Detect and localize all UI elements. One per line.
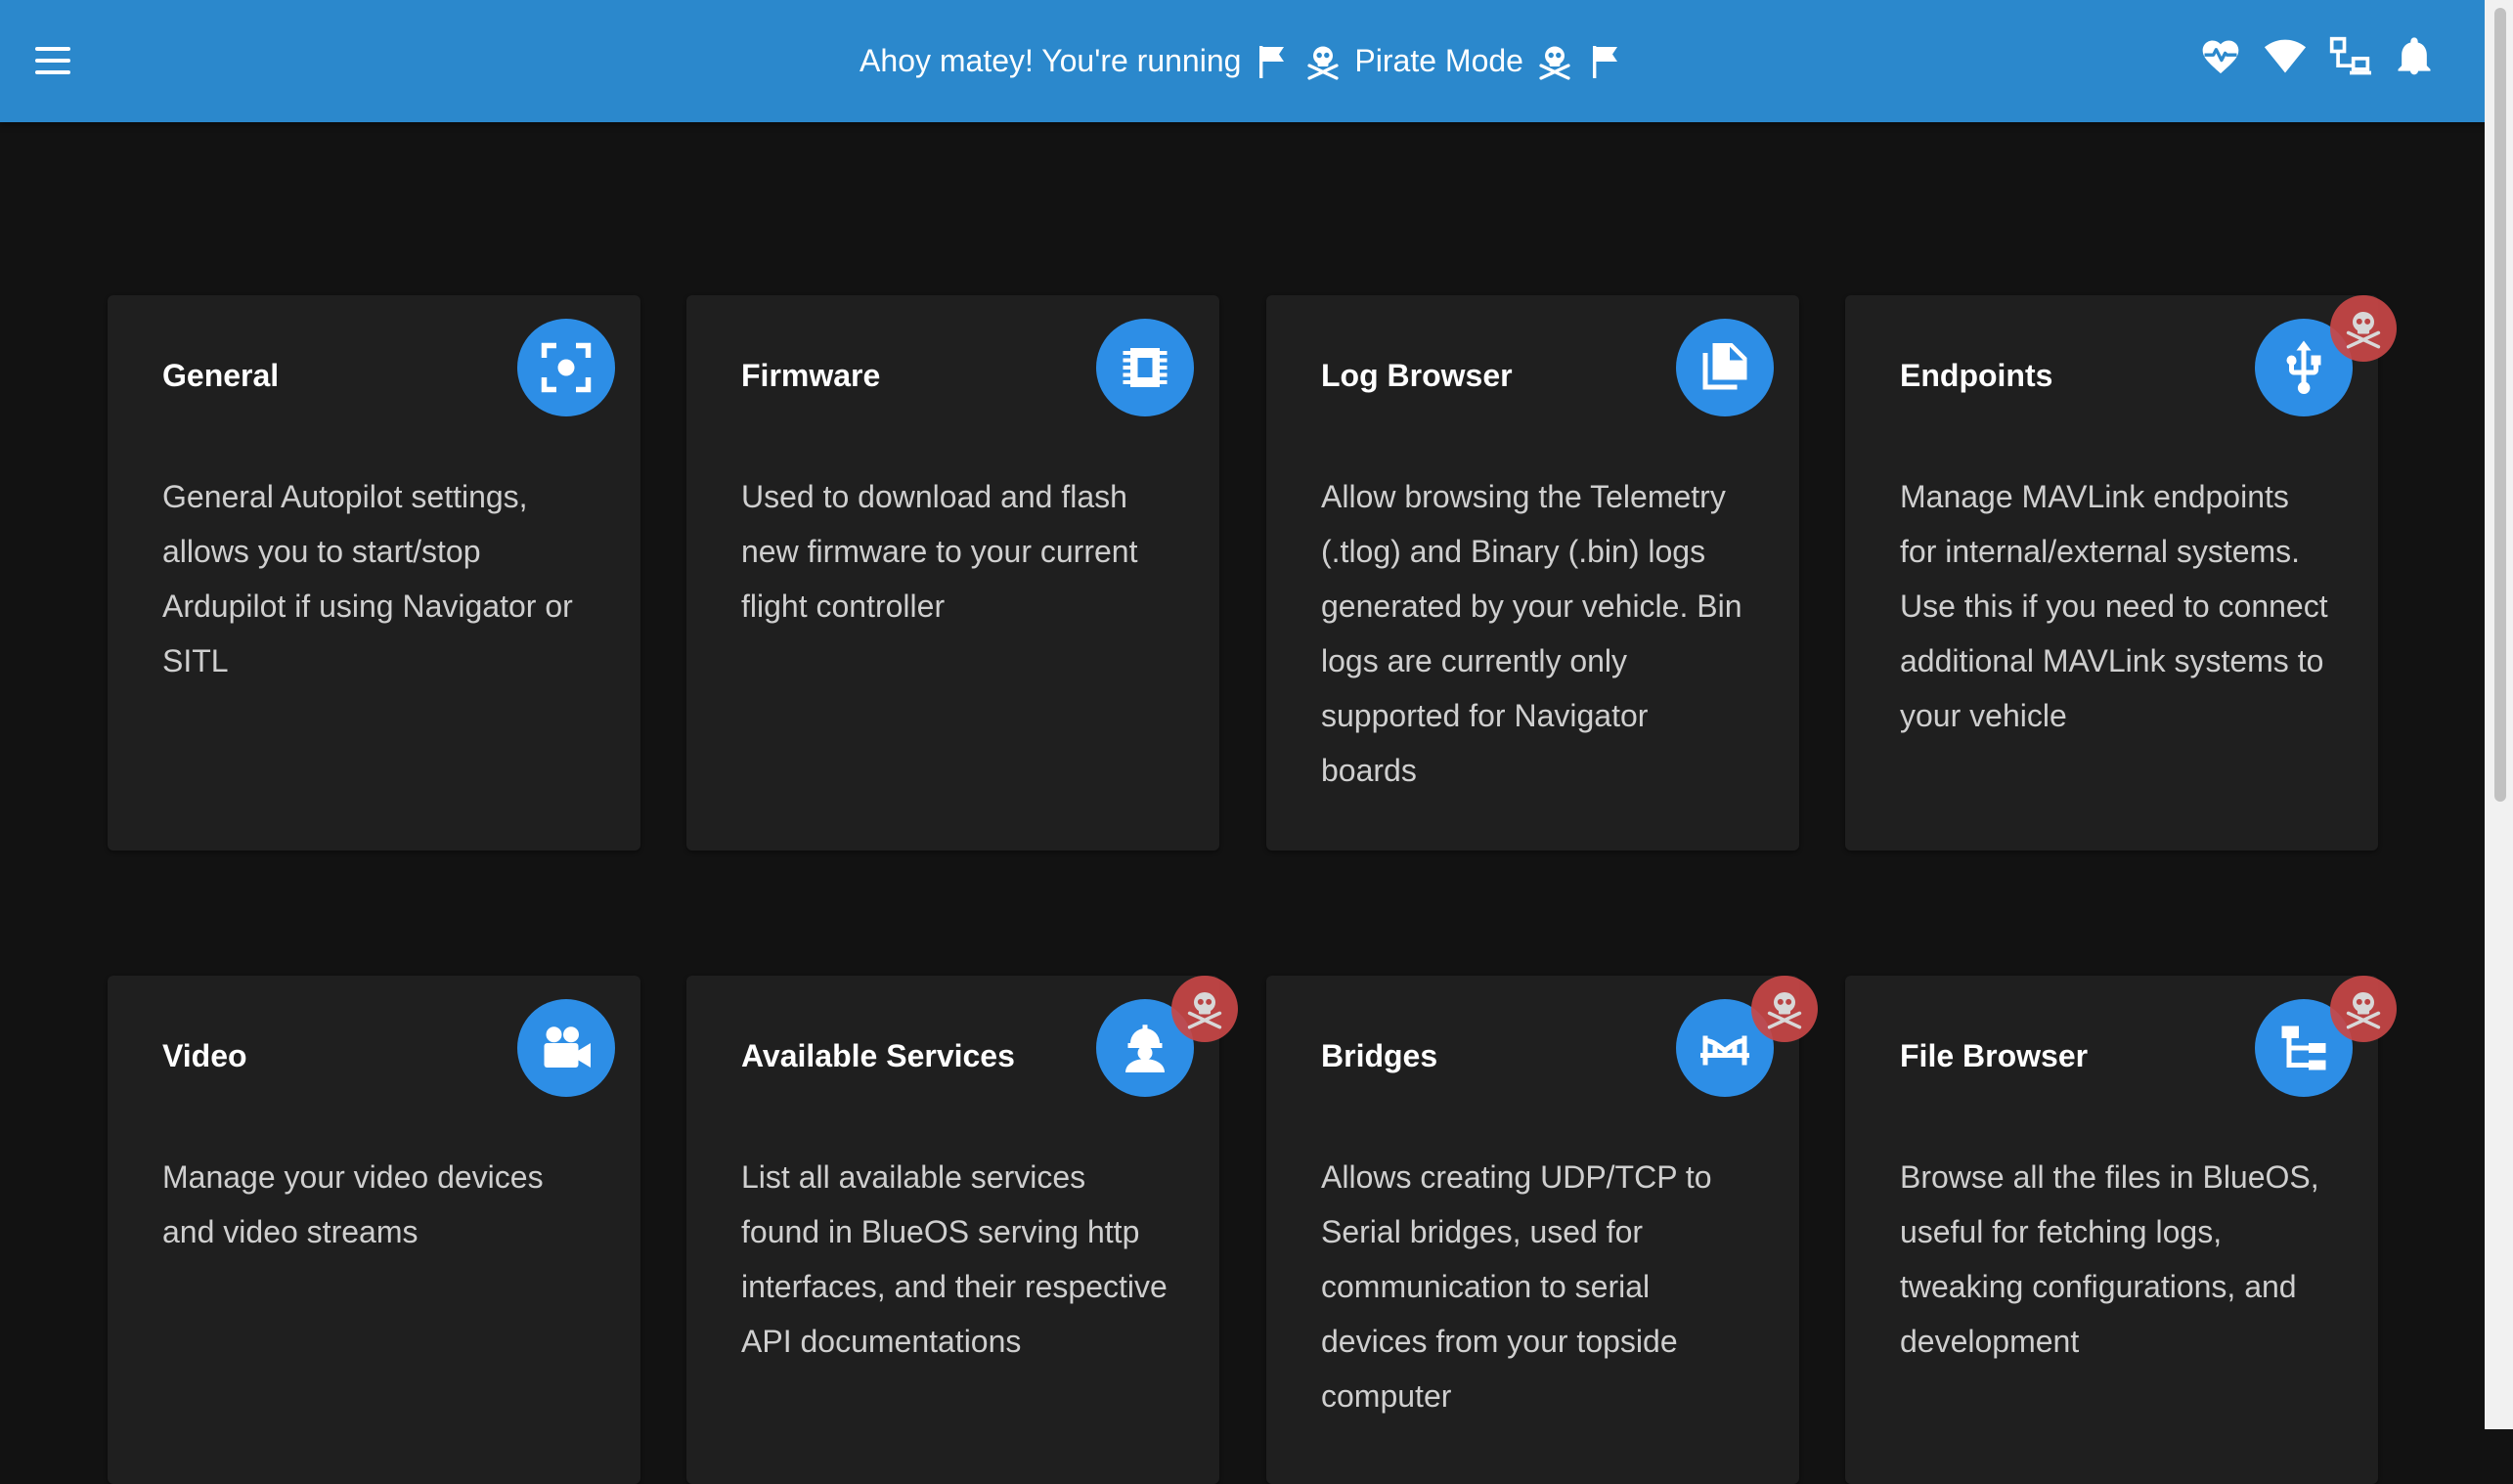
chip-icon — [1096, 319, 1194, 416]
card-endpoints[interactable]: Endpoints Manage MAVLink endpoints for i… — [1845, 295, 2397, 851]
pirate-skull-icon — [2330, 976, 2397, 1042]
card-title: Firmware — [741, 358, 881, 393]
banner-mode: Pirate Mode — [1354, 43, 1523, 78]
card-video[interactable]: Video Manage your video devices and vide… — [108, 976, 640, 1484]
card-title: Bridges — [1321, 1038, 1438, 1073]
pirate-mode-banner: Ahoy matey! You're running Pirate Mode — [0, 0, 2485, 122]
card-log-browser[interactable]: Log Browser Allow browsing the Telemetry… — [1266, 295, 1799, 851]
menu-icon[interactable] — [29, 39, 76, 82]
card-general[interactable]: General General Autopilot settings, allo… — [108, 295, 640, 851]
status-icons — [2199, 35, 2436, 78]
skull-icon — [1303, 42, 1343, 81]
pirate-skull-icon — [2330, 295, 2397, 362]
card-description: Allow browsing the Telemetry (.tlog) and… — [1321, 479, 1742, 788]
card-firmware[interactable]: Firmware Used to download and flash new … — [686, 295, 1219, 851]
card-bridges[interactable]: Bridges Allows creating UDP/TCP to Seria… — [1266, 976, 1818, 1484]
card-description: Allows creating UDP/TCP to Serial bridge… — [1321, 1159, 1712, 1414]
card-description: General Autopilot settings, allows you t… — [162, 479, 573, 678]
focus-icon — [517, 319, 615, 416]
skull-icon — [1535, 42, 1574, 81]
heart-pulse-icon[interactable] — [2199, 35, 2242, 78]
lan-icon[interactable] — [2328, 35, 2371, 78]
app-bar: Ahoy matey! You're running Pirate Mode — [0, 0, 2485, 122]
flag-icon — [1586, 42, 1625, 81]
card-title: File Browser — [1900, 1038, 2089, 1073]
banner-prefix: Ahoy matey! You're running — [860, 43, 1242, 78]
card-description: Manage your video devices and video stre… — [162, 1159, 544, 1249]
card-description: Manage MAVLink endpoints for internal/ex… — [1900, 479, 2328, 733]
card-title: Video — [162, 1038, 247, 1073]
card-title: Endpoints — [1900, 358, 2053, 393]
flag-icon — [1253, 42, 1292, 81]
card-description: Used to download and flash new firmware … — [741, 479, 1138, 624]
wifi-icon[interactable] — [2264, 35, 2307, 78]
card-description: Browse all the files in BlueOS, useful f… — [1900, 1159, 2319, 1359]
pirate-skull-icon — [1171, 976, 1238, 1042]
card-available-services[interactable]: Available Services List all available se… — [686, 976, 1238, 1484]
scrollbar-thumb[interactable] — [2494, 8, 2506, 802]
file-multiple-icon — [1676, 319, 1774, 416]
card-title: Log Browser — [1321, 358, 1513, 393]
card-title: Available Services — [741, 1038, 1015, 1073]
pirate-skull-icon — [1751, 976, 1818, 1042]
card-description: List all available services found in Blu… — [741, 1159, 1168, 1359]
video-camera-icon — [517, 999, 615, 1097]
card-title: General — [162, 358, 280, 393]
card-file-browser[interactable]: File Browser Browse all the files in Blu… — [1845, 976, 2397, 1484]
scrollbar[interactable] — [2485, 0, 2513, 1429]
bell-icon[interactable] — [2393, 35, 2436, 78]
